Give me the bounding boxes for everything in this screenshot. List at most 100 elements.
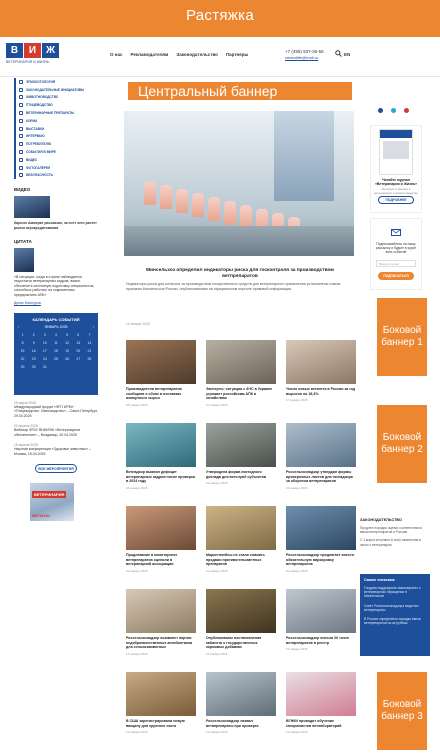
calendar-day[interactable]: 15 [18, 348, 27, 354]
next-month-icon[interactable]: › [93, 325, 94, 329]
vk-icon[interactable] [378, 108, 383, 113]
category-item[interactable]: БЕЗОПАСНОСТЬ [14, 171, 98, 180]
news-card[interactable]: Россельхознадзор предлагает внести обяза… [286, 506, 356, 581]
calendar-day[interactable]: 20 [74, 348, 83, 354]
news-title[interactable]: Россельхознадзор предлагает внести обяза… [286, 553, 356, 567]
calendar-day[interactable]: 13 [74, 340, 83, 346]
news-card[interactable]: Продлевание в мониторинге ветпрепаратов … [126, 506, 196, 581]
news-image[interactable] [286, 672, 356, 716]
news-card[interactable]: ВГНКИ проводит обучение специалистов вет… [286, 672, 356, 747]
news-title[interactable]: ВГНКИ проводит обучение специалистов вет… [286, 719, 356, 728]
nav-partners[interactable]: Партнеры [226, 52, 248, 57]
news-card[interactable]: Опубликованы постановления кабинета о го… [206, 589, 276, 664]
nav-legislation[interactable]: Законодательство [176, 52, 218, 57]
sidebar-promo-banner[interactable]: ВЕТЕРИНАРИЯ МЕЛАНО [30, 483, 74, 522]
category-item[interactable]: ПОТРЕБИТЕЛЮ [14, 140, 98, 149]
calendar-day[interactable]: 11 [51, 340, 60, 346]
news-image[interactable] [286, 506, 356, 550]
news-card[interactable]: Россельхознадзор внесли 26 точек ветпреп… [286, 589, 356, 664]
news-image[interactable] [286, 589, 356, 633]
category-item[interactable]: ВЕТЕРИНАРНЫЕ ПРЕПАРАТЫ [14, 109, 98, 117]
news-image[interactable] [206, 340, 276, 384]
calendar-day[interactable]: 5 [63, 332, 72, 338]
category-item[interactable]: ФОТОГАЛЕРЕЯ [14, 163, 98, 172]
news-image[interactable] [126, 423, 196, 467]
news-card[interactable]: Россельхознадзор назвал ветапрепараты пр… [206, 672, 276, 747]
popular-item[interactable]: Госдума поддержала законопроект о ветери… [364, 586, 426, 599]
side-banner-2[interactable]: Боковой баннер 2 [377, 405, 427, 483]
news-card[interactable]: Эксперты: ситуация с АЧС в Украине угрож… [206, 340, 276, 415]
event-title[interactable]: Вебинар ФГБУ ВНИИЗЖ «Ветеринарное обеспе… [14, 428, 98, 437]
news-image[interactable] [126, 672, 196, 716]
category-item[interactable]: КОРМА [14, 116, 98, 125]
calendar-day[interactable]: 16 [29, 348, 38, 354]
central-banner[interactable]: Центральный баннер [128, 82, 352, 100]
news-image[interactable] [206, 423, 276, 467]
news-image[interactable] [206, 589, 276, 633]
news-title[interactable]: Опубликованы постановления кабинета о го… [206, 636, 276, 650]
news-title[interactable]: Россельхознадзор внесли 26 точек ветпреп… [286, 636, 356, 645]
category-item[interactable]: ПТИЦЕВОДСТВО [14, 101, 98, 110]
news-card[interactable]: Россельхознадзор утвердил формы провероч… [286, 423, 356, 498]
category-item[interactable]: ЖИВОТНОВОДСТВО [14, 93, 98, 102]
news-title[interactable]: Число новых ветаптек в России за год выр… [286, 387, 356, 396]
video-thumbnail[interactable] [14, 196, 50, 219]
calendar-day[interactable]: 3 [40, 332, 49, 338]
calendar-day[interactable]: 29 [18, 364, 27, 370]
legislation-item[interactable]: С 1 марта вступают в силу изменения в за… [360, 538, 430, 546]
magazine-cover[interactable] [379, 129, 413, 175]
news-card[interactable]: Число новых ветаптек в России за год выр… [286, 340, 356, 415]
quote-author-link[interactable]: Денис Мантуров [14, 301, 98, 305]
nav-advertisers[interactable]: Рекламодателям [130, 52, 168, 57]
hero-image[interactable] [124, 111, 354, 256]
calendar-day[interactable]: 19 [63, 348, 72, 354]
calendar-day[interactable]: 17 [40, 348, 49, 354]
side-banner-3[interactable]: Боковой баннер 3 [377, 672, 427, 750]
news-image[interactable] [286, 340, 356, 384]
search-icon[interactable] [335, 50, 342, 59]
all-events-button[interactable]: ВСЕ МЕРОПРИЯТИЯ [35, 464, 77, 474]
category-item[interactable]: ЭПИЗООТОЛОГИЯ [14, 78, 98, 86]
news-card[interactable]: Маркетплейсы не стали снижать продажи пр… [206, 506, 276, 581]
calendar-day[interactable]: 12 [63, 340, 72, 346]
event-item[interactable]: 02 апреля 2025 Вебинар ФГБУ ВНИИЗЖ «Вете… [14, 424, 98, 437]
popular-item[interactable]: Совет Россельхознадзора выделил ветпрепа… [364, 604, 426, 612]
side-banner-1[interactable]: Боковой баннер 1 [377, 298, 427, 376]
news-image[interactable] [206, 506, 276, 550]
calendar-day[interactable]: 23 [29, 356, 38, 362]
news-image[interactable] [286, 423, 356, 467]
event-item[interactable]: 29 марта 2025 Международный форум «ФГП И… [14, 401, 98, 419]
news-title[interactable]: Ветнадзор выявил дефицит ветеринарных ка… [126, 470, 196, 484]
calendar-day[interactable]: 6 [74, 332, 83, 338]
nav-about[interactable]: О нас [110, 52, 122, 57]
calendar-day[interactable]: 14 [85, 340, 94, 346]
calendar-day[interactable]: 18 [51, 348, 60, 354]
news-title[interactable]: В США зарегистрировали новую вакцину для… [126, 719, 196, 728]
calendar-day[interactable]: 1 [18, 332, 27, 338]
calendar-day[interactable]: 8 [18, 340, 27, 346]
news-title[interactable]: Продлевание в мониторинге ветпрепаратов … [126, 553, 196, 567]
calendar-day[interactable]: 9 [29, 340, 38, 346]
news-image[interactable] [126, 589, 196, 633]
email-link[interactable]: vetandlife@mail.ru [285, 55, 324, 61]
news-title[interactable]: Маркетплейсы не стали снижать продажи пр… [206, 553, 276, 567]
news-card[interactable]: Ветнадзор выявил дефицит ветеринарных ка… [126, 423, 196, 498]
event-title[interactable]: Международный форум «ФГП ИРМ» «Птицеводс… [14, 405, 98, 419]
calendar-day[interactable]: 28 [85, 356, 94, 362]
news-card[interactable]: Россельхознадзор выявляет партии недобро… [126, 589, 196, 664]
subscribe-button[interactable]: ПОДПИСАТЬСЯ [378, 272, 414, 280]
category-item[interactable]: ВИДЕО [14, 155, 98, 164]
calendar-day[interactable]: 26 [63, 356, 72, 362]
news-image[interactable] [126, 340, 196, 384]
category-item[interactable]: ВЫСТАВКИ [14, 124, 98, 133]
calendar-day[interactable]: 25 [51, 356, 60, 362]
site-logo[interactable]: ВИЖ ВЕТЕРИНАРИЯ И ЖИЗНЬ [6, 40, 98, 70]
calendar-day[interactable]: 4 [51, 332, 60, 338]
telegram-icon[interactable] [391, 108, 396, 113]
calendar-day[interactable]: 7 [85, 332, 94, 338]
language-switch[interactable]: EN [344, 52, 350, 57]
calendar-day[interactable]: 22 [18, 356, 27, 362]
category-item[interactable]: ЗАКОНОДАТЕЛЬНЫЕ ИНИЦИАТИВЫ [14, 85, 98, 94]
video-item[interactable] [14, 196, 98, 219]
news-title[interactable]: Россельхознадзор выявляет партии недобро… [126, 636, 196, 650]
